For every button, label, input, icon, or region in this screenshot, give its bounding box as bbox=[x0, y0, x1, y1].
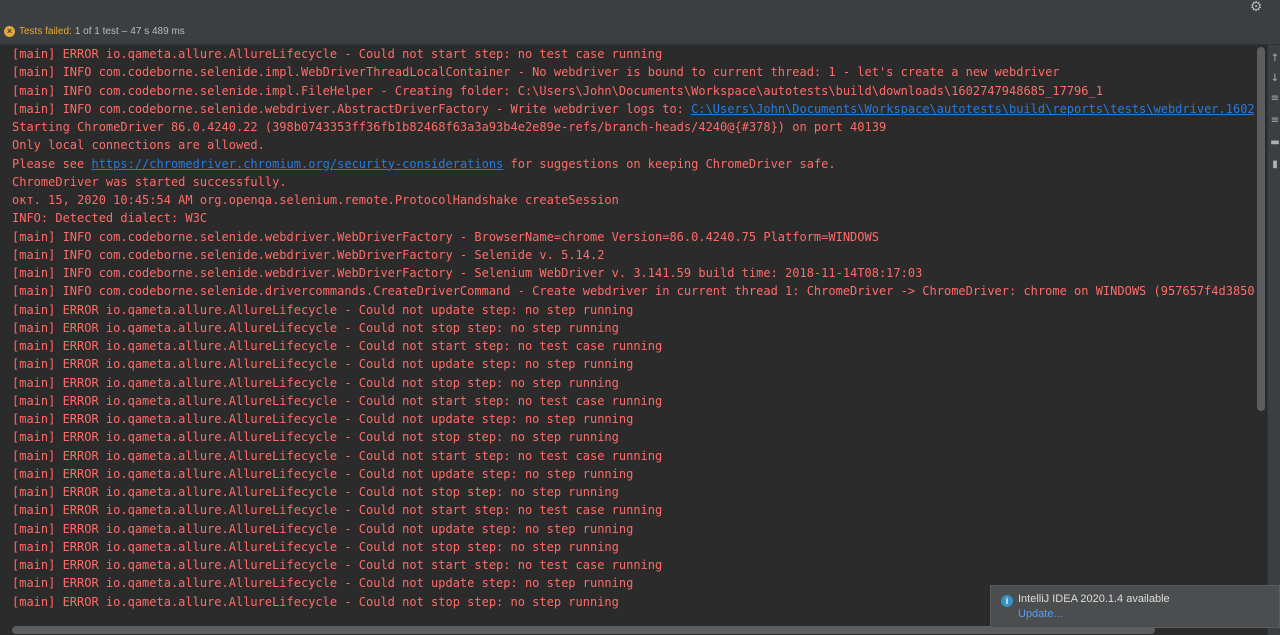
console-output[interactable]: [main] ERROR io.qameta.allure.AllureLife… bbox=[0, 45, 1254, 625]
log-line: [main] ERROR io.qameta.allure.AllureLife… bbox=[12, 355, 633, 373]
update-link[interactable]: Update... bbox=[1018, 608, 1063, 620]
log-text: [main] ERROR io.qameta.allure.AllureLife… bbox=[12, 539, 619, 554]
scroll-to-end-icon[interactable]: ≡ bbox=[1270, 115, 1280, 127]
log-text: ChromeDriver was started successfully. bbox=[12, 174, 287, 189]
log-text: [main] INFO com.codeborne.selenide.webdr… bbox=[12, 247, 605, 262]
status-time: 47 s 489 ms bbox=[130, 25, 185, 37]
log-text: [main] ERROR io.qameta.allure.AllureLife… bbox=[12, 302, 634, 317]
status-separator: – bbox=[121, 25, 128, 37]
log-text: [main] ERROR io.qameta.allure.AllureLife… bbox=[12, 357, 634, 372]
log-text: [main] ERROR io.qameta.allure.AllureLife… bbox=[12, 485, 619, 499]
log-text: [main] INFO com.codeborne.selenide.webdr… bbox=[12, 229, 879, 244]
log-line: [main] ERROR io.qameta.allure.AllureLife… bbox=[12, 556, 662, 574]
status-count: 1 of 1 test bbox=[74, 25, 119, 37]
log-line: [main] INFO com.codeborne.selenide.drive… bbox=[12, 282, 1254, 300]
log-text: [main] ERROR io.qameta.allure.AllureLife… bbox=[12, 339, 663, 353]
log-text: [main] ERROR io.qameta.allure.AllureLife… bbox=[12, 521, 634, 536]
log-text: [main] ERROR io.qameta.allure.AllureLife… bbox=[12, 576, 634, 591]
vertical-scrollbar[interactable] bbox=[1256, 45, 1266, 625]
log-line: [main] ERROR io.qameta.allure.AllureLife… bbox=[12, 501, 662, 519]
log-line: [main] ERROR io.qameta.allure.AllureLife… bbox=[12, 374, 619, 392]
log-line: [main] ERROR io.qameta.allure.AllureLife… bbox=[12, 574, 633, 592]
log-text: [main] INFO com.codeborne.selenide.webdr… bbox=[12, 101, 692, 116]
gear-icon[interactable]: ⚙ bbox=[1248, 0, 1264, 16]
log-line: [main] ERROR io.qameta.allure.AllureLife… bbox=[12, 520, 633, 538]
log-line: окт. 15, 2020 10:45:54 AM org.openqa.sel… bbox=[12, 191, 619, 209]
log-line: Only local connections are allowed. bbox=[12, 136, 265, 154]
log-text: [main] INFO com.codeborne.selenide.webdr… bbox=[12, 266, 923, 280]
log-text: окт. 15, 2020 10:45:54 AM org.openqa.sel… bbox=[12, 193, 619, 207]
close-circle-icon: × bbox=[4, 25, 15, 37]
log-line: [main] ERROR io.qameta.allure.AllureLife… bbox=[12, 392, 662, 410]
log-line: [main] ERROR io.qameta.allure.AllureLife… bbox=[12, 465, 633, 483]
log-line: [main] ERROR io.qameta.allure.AllureLife… bbox=[12, 538, 619, 556]
log-line: [main] ERROR io.qameta.allure.AllureLife… bbox=[12, 301, 633, 319]
log-text: [main] INFO com.codeborne.selenide.impl.… bbox=[12, 65, 1060, 80]
log-line: [main] ERROR io.qameta.allure.AllureLife… bbox=[12, 337, 662, 355]
log-text: [main] ERROR io.qameta.allure.AllureLife… bbox=[12, 375, 619, 390]
log-line: [main] INFO com.codeborne.selenide.webdr… bbox=[12, 246, 604, 264]
soft-wrap-icon[interactable]: ≡ bbox=[1270, 93, 1280, 105]
horizontal-scroll-thumb[interactable] bbox=[12, 626, 1155, 634]
arrow-down-icon[interactable]: ↓ bbox=[1270, 73, 1280, 85]
log-line: INFO: Detected dialect: W3C bbox=[12, 209, 207, 227]
log-text: [main] ERROR io.qameta.allure.AllureLife… bbox=[12, 466, 634, 481]
log-line: [main] ERROR io.qameta.allure.AllureLife… bbox=[12, 483, 619, 501]
log-text: [main] ERROR io.qameta.allure.AllureLife… bbox=[12, 393, 663, 408]
log-line: [main] ERROR io.qameta.allure.AllureLife… bbox=[12, 45, 662, 63]
test-status: × Tests failed: 1 of 1 test – 47 s 489 m… bbox=[4, 23, 185, 39]
log-text: Please see bbox=[12, 156, 92, 171]
log-line: [main] INFO com.codeborne.selenide.impl.… bbox=[12, 82, 1103, 100]
log-line: Please see https://chromedriver.chromium… bbox=[12, 155, 836, 173]
log-line: Starting ChromeDriver 86.0.4240.22 (398b… bbox=[12, 118, 886, 136]
log-line: [main] INFO com.codeborne.selenide.webdr… bbox=[12, 264, 922, 282]
log-text: INFO: Detected dialect: W3C bbox=[12, 211, 208, 226]
log-line: [main] INFO com.codeborne.selenide.webdr… bbox=[12, 100, 1254, 118]
log-text: [main] ERROR io.qameta.allure.AllureLife… bbox=[12, 47, 663, 61]
test-status-bar: × Tests failed: 1 of 1 test – 47 s 489 m… bbox=[0, 0, 1280, 45]
log-link[interactable]: C:\Users\John\Documents\Workspace\autote… bbox=[691, 102, 1254, 116]
log-line: ChromeDriver was started successfully. bbox=[12, 173, 287, 191]
notification-title: IntelliJ IDEA 2020.1.4 available bbox=[1018, 593, 1170, 605]
log-text: [main] ERROR io.qameta.allure.AllureLife… bbox=[12, 558, 663, 572]
log-line: [main] ERROR io.qameta.allure.AllureLife… bbox=[12, 447, 662, 465]
log-line: [main] ERROR io.qameta.allure.AllureLife… bbox=[12, 319, 619, 337]
update-notification: i IntelliJ IDEA 2020.1.4 available Updat… bbox=[990, 585, 1280, 628]
log-text: [main] INFO com.codeborne.selenide.impl.… bbox=[12, 83, 1103, 98]
arrow-up-icon[interactable]: ↑ bbox=[1270, 53, 1280, 65]
log-text: Starting ChromeDriver 86.0.4240.22 (398b… bbox=[12, 120, 887, 134]
log-text: [main] ERROR io.qameta.allure.AllureLife… bbox=[12, 412, 634, 426]
log-line: [main] INFO com.codeborne.selenide.impl.… bbox=[12, 63, 1060, 81]
trash-icon[interactable]: ▮ bbox=[1270, 159, 1280, 171]
info-icon: i bbox=[1001, 595, 1013, 607]
log-link[interactable]: https://chromedriver.chromium.org/securi… bbox=[91, 157, 503, 171]
log-line: [main] INFO com.codeborne.selenide.webdr… bbox=[12, 228, 879, 246]
log-text-suffix: for suggestions on keeping ChromeDriver … bbox=[503, 156, 836, 171]
log-text: [main] ERROR io.qameta.allure.AllureLife… bbox=[12, 430, 619, 445]
log-text: [main] INFO com.codeborne.selenide.drive… bbox=[12, 284, 1254, 299]
log-text: [main] ERROR io.qameta.allure.AllureLife… bbox=[12, 320, 619, 335]
log-line: [main] ERROR io.qameta.allure.AllureLife… bbox=[12, 410, 633, 428]
log-text: [main] ERROR io.qameta.allure.AllureLife… bbox=[12, 594, 619, 609]
log-line: [main] ERROR io.qameta.allure.AllureLife… bbox=[12, 428, 619, 446]
log-line: [main] ERROR io.qameta.allure.AllureLife… bbox=[12, 593, 619, 611]
status-label: Tests failed: bbox=[19, 25, 72, 37]
log-text: [main] ERROR io.qameta.allure.AllureLife… bbox=[12, 448, 663, 463]
console-toolbar: ↑ ↓ ≡ ≡ ▬ ▮ bbox=[1267, 45, 1280, 635]
vertical-scroll-thumb[interactable] bbox=[1257, 47, 1265, 411]
print-icon[interactable]: ▬ bbox=[1270, 137, 1280, 149]
log-text: Only local connections are allowed. bbox=[12, 138, 265, 153]
log-text: [main] ERROR io.qameta.allure.AllureLife… bbox=[12, 503, 663, 518]
